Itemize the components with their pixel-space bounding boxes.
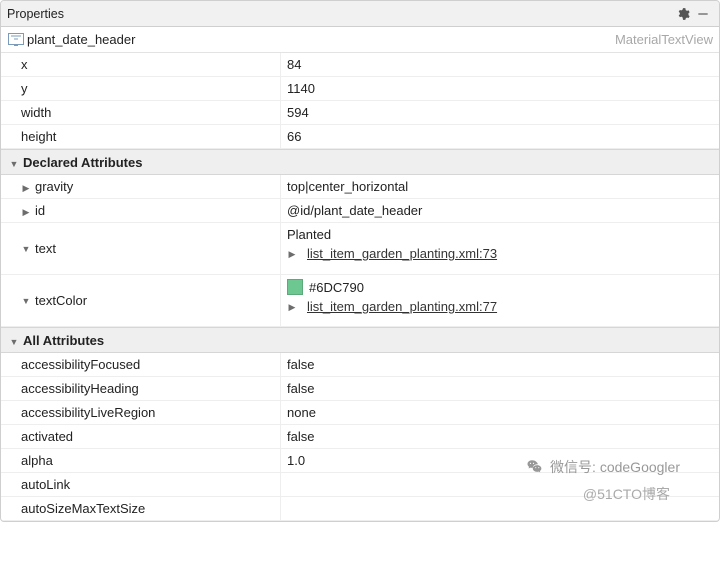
prop-row[interactable]: accessibilityFocused false [1,353,719,377]
prop-value: 84 [287,57,719,72]
prop-row-y[interactable]: y 1140 [1,77,719,101]
prop-value: 66 [287,129,719,144]
prop-value: none [287,405,719,420]
prop-row[interactable]: autoLink [1,473,719,497]
chevron-down-icon [21,243,31,255]
prop-label: textColor [35,293,87,308]
section-declared-attributes[interactable]: Declared Attributes [1,149,719,175]
prop-label: alpha [21,453,53,468]
section-label: Declared Attributes [23,155,142,170]
textview-icon [7,33,25,47]
prop-label: y [21,81,28,96]
section-all-attributes[interactable]: All Attributes [1,327,719,353]
resource-link[interactable]: list_item_garden_planting.xml:73 [307,246,497,261]
chevron-right-icon [21,182,31,194]
prop-row-id[interactable]: id @id/plant_date_header [1,199,719,223]
prop-label: autoLink [21,477,70,492]
gear-icon[interactable] [673,4,693,24]
chevron-down-icon [9,336,19,348]
prop-row[interactable]: alpha 1.0 [1,449,719,473]
prop-value: top|center_horizontal [287,179,719,194]
prop-value: false [287,357,719,372]
prop-row-gravity[interactable]: gravity top|center_horizontal [1,175,719,199]
element-name: plant_date_header [27,32,615,47]
panel-title: Properties [7,7,673,21]
prop-value: 1.0 [287,453,719,468]
prop-row[interactable]: autoSizeMaxTextSize [1,497,719,521]
prop-label: width [21,105,51,120]
minimize-icon[interactable] [693,4,713,24]
resource-link[interactable]: list_item_garden_planting.xml:77 [307,299,497,314]
prop-row-x[interactable]: x 84 [1,53,719,77]
prop-label: accessibilityHeading [21,381,139,396]
prop-label: activated [21,429,73,444]
chevron-down-icon [21,295,31,307]
prop-label: x [21,57,28,72]
prop-label: id [35,203,45,218]
prop-row[interactable]: accessibilityLiveRegion none [1,401,719,425]
prop-label: accessibilityFocused [21,357,140,372]
prop-row[interactable]: accessibilityHeading false [1,377,719,401]
prop-value: Planted [287,227,331,242]
chevron-right-icon [21,206,31,218]
prop-value: false [287,381,719,396]
prop-row-width[interactable]: width 594 [1,101,719,125]
prop-value: false [287,429,719,444]
prop-row-textcolor[interactable]: textColor #6DC790 list_item_garden_plant… [1,275,719,327]
prop-row[interactable]: activated false [1,425,719,449]
element-class: MaterialTextView [615,32,713,47]
prop-value: #6DC790 [309,280,364,295]
prop-value: 1140 [287,81,719,96]
color-swatch [287,279,303,295]
chevron-down-icon [9,158,19,170]
prop-row-height[interactable]: height 66 [1,125,719,149]
prop-value: 594 [287,105,719,120]
prop-label: autoSizeMaxTextSize [21,501,145,516]
prop-label: gravity [35,179,73,194]
section-label: All Attributes [23,333,104,348]
prop-label: height [21,129,56,144]
prop-label: text [35,241,56,256]
chevron-right-icon [287,248,297,260]
prop-row-text[interactable]: text Planted list_item_garden_planting.x… [1,223,719,275]
prop-value: @id/plant_date_header [287,203,719,218]
chevron-right-icon [287,301,297,313]
prop-label: accessibilityLiveRegion [21,405,155,420]
